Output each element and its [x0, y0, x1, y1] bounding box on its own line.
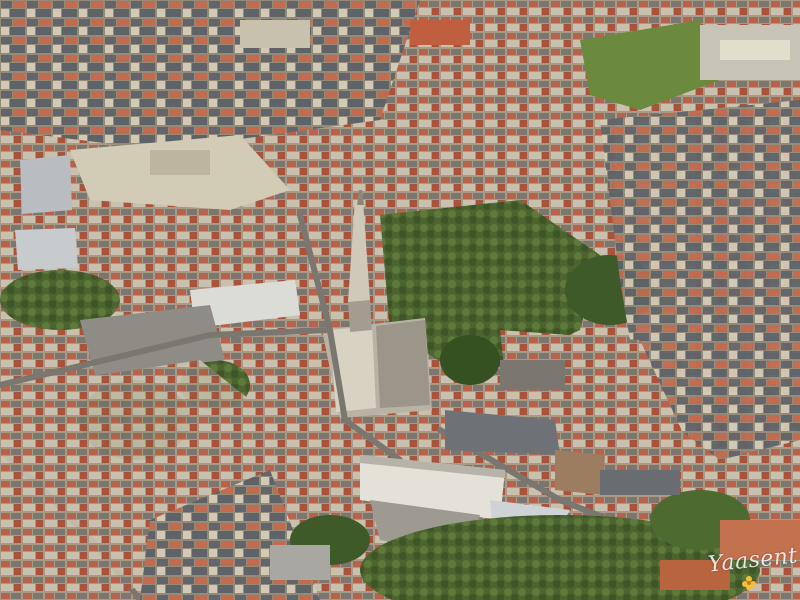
aerial-photo [0, 0, 800, 600]
signature-flower-icon [742, 576, 756, 595]
